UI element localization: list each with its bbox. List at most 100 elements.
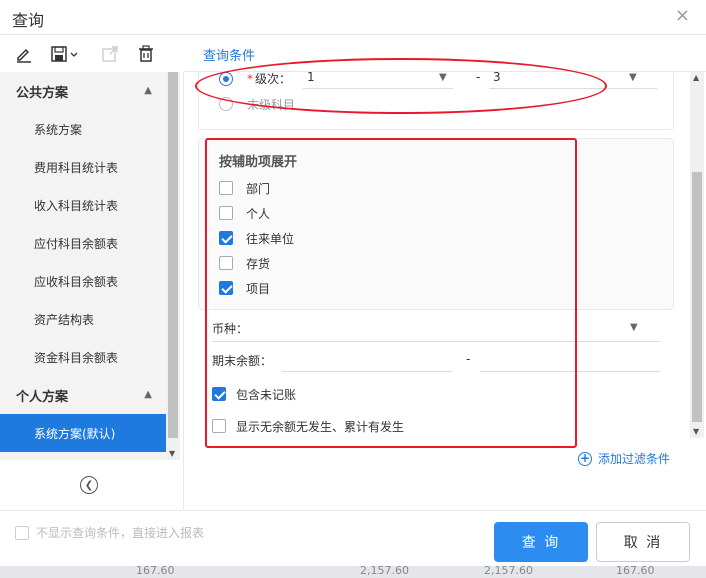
- chevron-down-icon[interactable]: ▼: [630, 322, 638, 333]
- aux-option-inventory[interactable]: 存货: [219, 254, 270, 272]
- checkbox[interactable]: [219, 256, 233, 270]
- currency-label: 币种：: [212, 322, 249, 336]
- aux-expand-title: 按辅助项展开: [219, 155, 298, 170]
- checkbox[interactable]: [219, 181, 233, 195]
- currency-select-underline[interactable]: [212, 341, 660, 342]
- plus-circle-icon: +: [577, 450, 592, 466]
- skip-conditions-label: 不显示查询条件，直接进入报表: [36, 526, 205, 540]
- scheme-item-label: 应收科目余额表: [34, 274, 119, 289]
- leaf-account-radio[interactable]: [219, 97, 233, 111]
- scheme-item-label: 资金科目余额表: [34, 350, 119, 365]
- scheme-item-label: 收入科目统计表: [34, 198, 119, 213]
- aux-option-department[interactable]: 部门: [219, 179, 270, 197]
- checkbox[interactable]: [219, 206, 233, 220]
- close-icon[interactable]: ×: [675, 6, 690, 26]
- level-section: * 级次： 1 ▼ - 3 ▼ 末级科目: [198, 72, 674, 130]
- scheme-toolbar: [0, 34, 184, 72]
- aux-option-partner[interactable]: 往来单位: [219, 229, 294, 247]
- aux-option-label: 往来单位: [246, 231, 295, 246]
- group-title: 个人方案: [16, 389, 69, 405]
- scheme-item[interactable]: 应付科目余额表: [0, 224, 166, 262]
- scheme-item-label: 费用科目统计表: [34, 160, 119, 175]
- chevron-up-icon[interactable]: ▲: [144, 389, 152, 400]
- required-mark: *: [247, 72, 253, 86]
- level-from-underline: [303, 88, 453, 89]
- scheme-item-label: 系统方案: [34, 122, 83, 137]
- scheme-item[interactable]: 应收科目余额表: [0, 262, 166, 300]
- aux-expand-section: 按辅助项展开 部门 个人 往来单位 存货 项目: [198, 138, 674, 310]
- scheme-list-scrollbar[interactable]: ▼: [166, 72, 180, 460]
- background-value: 167.60: [136, 564, 175, 577]
- background-report-strip: 167.60 2,157.60 2,157.60 167.60: [0, 564, 706, 578]
- chevron-up-icon[interactable]: ▲: [144, 85, 152, 96]
- level-to-underline: [489, 88, 657, 89]
- content-scrollbar[interactable]: ▲ ▼: [690, 72, 704, 438]
- tab-query-conditions[interactable]: 查询条件: [203, 45, 255, 64]
- dialog-titlebar: 查询 ×: [0, 0, 706, 34]
- background-value: 2,157.60: [360, 564, 409, 577]
- scroll-down-icon[interactable]: ▼: [169, 449, 175, 458]
- scrollbar-thumb[interactable]: [692, 172, 702, 422]
- group-personal-schemes[interactable]: 个人方案 ▲: [0, 376, 166, 414]
- level-from-select[interactable]: 1: [307, 72, 315, 84]
- scheme-item[interactable]: 系统方案: [0, 110, 166, 148]
- level-label-text: 级次：: [255, 72, 292, 86]
- scheme-panel: 公共方案 ▲ 系统方案 费用科目统计表 收入科目统计表 应付科目余额表 应收科目…: [0, 72, 184, 510]
- scrollbar-thumb[interactable]: [168, 72, 178, 438]
- scheme-item-label: 系统方案(默认): [34, 426, 116, 441]
- checkbox-checked[interactable]: [219, 231, 233, 245]
- aux-option-individual[interactable]: 个人: [219, 204, 270, 222]
- balance-range-dash: -: [466, 352, 471, 366]
- level-to-select[interactable]: 3: [493, 72, 501, 84]
- scheme-item-label: 应付科目余额表: [34, 236, 119, 251]
- aux-option-label: 个人: [246, 206, 271, 221]
- scheme-item[interactable]: 资金科目余额表: [0, 338, 166, 376]
- scheme-list: 公共方案 ▲ 系统方案 费用科目统计表 收入科目统计表 应付科目余额表 应收科目…: [0, 72, 166, 460]
- scheme-item[interactable]: 费用科目统计表: [0, 148, 166, 186]
- add-filter-label: 添加过滤条件: [597, 452, 670, 466]
- show-no-balance-label: 显示无余额无发生、累计有发生: [236, 419, 405, 434]
- checkbox-checked[interactable]: [219, 281, 233, 295]
- collapse-panel-icon[interactable]: ❮: [80, 476, 98, 494]
- scheme-item-label: 资产结构表: [34, 312, 95, 327]
- scroll-down-icon[interactable]: ▼: [693, 427, 699, 436]
- show-no-balance-option[interactable]: 显示无余额无发生、累计有发生: [212, 417, 404, 435]
- currency-row: 币种： ▼: [212, 314, 660, 344]
- level-range-dash: -: [476, 72, 481, 84]
- save-icon[interactable]: [50, 44, 80, 64]
- dialog-title: 查询: [12, 11, 45, 30]
- query-conditions-content: * 级次： 1 ▼ - 3 ▼ 末级科目 按辅助项展开 部门 个人 往来单位 存货…: [184, 72, 690, 510]
- group-public-schemes[interactable]: 公共方案 ▲: [0, 72, 166, 110]
- balance-to-input[interactable]: [480, 371, 660, 372]
- balance-row: 期末余额： -: [212, 346, 660, 376]
- skip-conditions-option[interactable]: 不显示查询条件，直接进入报表: [8, 524, 204, 541]
- checkbox-checked[interactable]: [212, 387, 226, 401]
- chevron-down-icon[interactable]: ▼: [629, 72, 637, 83]
- checkbox[interactable]: [212, 419, 226, 433]
- scroll-up-icon[interactable]: ▲: [693, 73, 699, 82]
- share-icon: [100, 44, 120, 64]
- chevron-down-icon[interactable]: ▼: [439, 72, 447, 83]
- scheme-item[interactable]: 收入科目统计表: [0, 186, 166, 224]
- background-value: 167.60: [616, 564, 655, 577]
- aux-option-label: 存货: [246, 256, 271, 271]
- aux-option-project[interactable]: 项目: [219, 279, 270, 297]
- add-filter-button[interactable]: + 添加过滤条件: [577, 450, 670, 467]
- include-unposted-label: 包含未记账: [236, 387, 297, 402]
- scheme-item[interactable]: 资产结构表: [0, 300, 166, 338]
- query-button[interactable]: 查 询: [494, 522, 588, 562]
- delete-icon[interactable]: [136, 44, 156, 64]
- balance-from-input[interactable]: [282, 371, 452, 372]
- level-radio[interactable]: [219, 72, 233, 86]
- background-value: 2,157.60: [484, 564, 533, 577]
- edit-icon[interactable]: [14, 44, 34, 64]
- aux-option-label: 部门: [246, 181, 271, 196]
- scheme-item-active[interactable]: 系统方案(默认): [0, 414, 166, 452]
- leaf-account-label: 末级科目: [247, 98, 296, 112]
- balance-label: 期末余额：: [212, 354, 273, 368]
- level-label: * 级次：: [247, 72, 291, 87]
- include-unposted-option[interactable]: 包含未记账: [212, 385, 296, 403]
- checkbox[interactable]: [15, 525, 29, 540]
- cancel-button[interactable]: 取 消: [596, 522, 690, 562]
- group-title: 公共方案: [16, 85, 69, 101]
